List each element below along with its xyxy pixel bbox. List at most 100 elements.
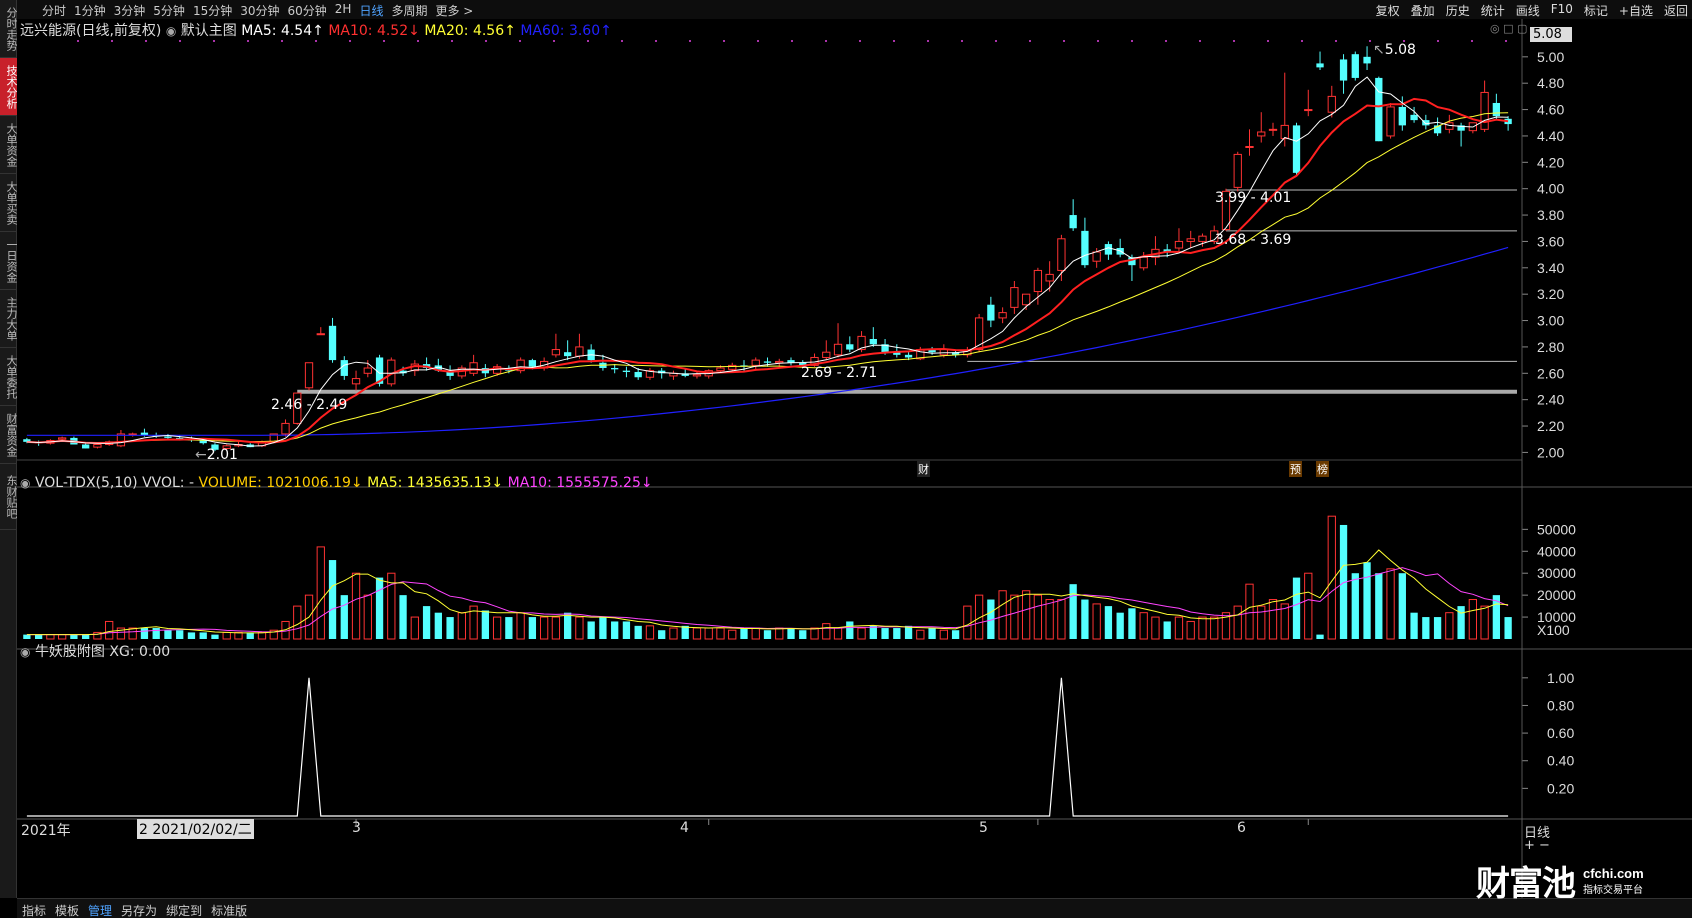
toolbar-button-4[interactable]: 画线: [1516, 2, 1540, 19]
price-tick-label: 5.00: [1537, 49, 1564, 65]
sidebar-tab-4[interactable]: 一日资金: [0, 232, 17, 290]
sidebar-tab-3[interactable]: 大单买卖: [0, 174, 17, 232]
volume-bar-up: [1257, 605, 1266, 640]
date-month-4: 4: [680, 820, 689, 836]
volume-bar-up: [257, 631, 267, 640]
toolbar-button-5[interactable]: F10: [1551, 2, 1573, 19]
period-tab-6[interactable]: 60分钟: [288, 2, 327, 19]
vol-settings-icon[interactable]: ◉: [20, 476, 30, 490]
candle-body-down: [340, 360, 348, 376]
volume-bar-down: [199, 632, 207, 639]
high-annotation: ↖5.08: [1373, 42, 1416, 58]
event-marker-list[interactable]: 榜: [1316, 461, 1329, 477]
volume-bar-up: [716, 627, 725, 640]
volume-bar-up: [492, 616, 502, 640]
top-dot-marker: [587, 40, 589, 42]
volume-bar-up: [1174, 616, 1184, 640]
volume-bar-up: [998, 590, 1007, 640]
volume-bar-down: [187, 632, 196, 639]
vol-tick-label: 50000: [1537, 521, 1576, 537]
candle-body-up: [833, 343, 843, 356]
sidebar-tab-0[interactable]: 分时走势: [0, 0, 17, 58]
candle-body-up: [822, 351, 831, 358]
candle-body-up: [1057, 238, 1066, 271]
candle-body-up: [1139, 256, 1148, 269]
candle-body-up: [1304, 109, 1313, 112]
volume-bar-down: [846, 621, 854, 639]
bottom-tab-3[interactable]: 另存为: [121, 902, 157, 918]
chart-controls-icon[interactable]: ◎ □ ▢: [1490, 22, 1527, 35]
candle-body-up: [1092, 251, 1101, 262]
toolbar-button-2[interactable]: 历史: [1446, 2, 1470, 19]
period-tab-4[interactable]: 15分钟: [193, 2, 232, 19]
vol-name[interactable]: VOL-TDX(5,10) VVOL: -: [35, 475, 194, 491]
volume-bar-down: [399, 595, 407, 639]
ind-settings-icon[interactable]: ◉: [20, 645, 30, 659]
settings-icon[interactable]: ◉: [166, 24, 176, 38]
period-tab-7[interactable]: 2H: [335, 2, 352, 19]
volume-bar-down: [340, 595, 348, 639]
toolbar-button-0[interactable]: 复权: [1376, 2, 1400, 19]
volume-bar-up: [1233, 605, 1242, 640]
period-tab-5[interactable]: 30分钟: [240, 2, 279, 19]
volume-bar-down: [869, 625, 877, 639]
bottom-tab-5[interactable]: 标准版: [211, 902, 247, 918]
candle-body-down: [987, 304, 995, 321]
sidebar-tab-6[interactable]: 大单委托: [0, 348, 17, 406]
indicator-name[interactable]: 牛妖股附图 XG: 0.00: [35, 644, 170, 660]
sidebar-tab-1[interactable]: 技术分析: [0, 58, 17, 116]
top-dot-marker: [1063, 40, 1065, 42]
period-tab-1[interactable]: 1分钟: [74, 2, 106, 19]
toolbar-button-6[interactable]: 标记: [1584, 2, 1608, 19]
period-tab-2[interactable]: 3分钟: [114, 2, 146, 19]
top-dot-marker: [383, 40, 385, 42]
candle-body-down: [869, 339, 877, 345]
ma10-label: MA10: 4.52↓: [328, 23, 420, 39]
candle-body-down: [164, 436, 172, 438]
volume-bar-up: [539, 616, 549, 640]
main-chart-label[interactable]: 默认主图: [181, 23, 237, 39]
stock-chart[interactable]: 5.00 4.80 4.60 4.40 4.20 4.00 3.80 3.60 3.40 3.20…: [17, 19, 1692, 898]
event-marker-forecast[interactable]: 预: [1289, 461, 1302, 477]
bottom-tab-0[interactable]: 指标: [22, 902, 46, 918]
period-tab-8[interactable]: 日线: [359, 2, 383, 19]
period-tab-10[interactable]: 更多 >: [435, 2, 473, 19]
volume-bar-up: [1045, 599, 1054, 640]
top-dot-marker: [893, 40, 895, 42]
volume-bar-down: [375, 577, 384, 639]
bottom-tab-1[interactable]: 模板: [55, 902, 79, 918]
toolbar-button-1[interactable]: 叠加: [1411, 2, 1435, 19]
toolbar-button-7[interactable]: +自选: [1619, 2, 1653, 19]
bottom-tab-2[interactable]: 管理: [88, 902, 112, 918]
volume-bar-up: [1057, 599, 1066, 640]
price-tick-label: 4.00: [1537, 181, 1564, 197]
top-dot-marker: [1131, 40, 1133, 42]
period-tab-0[interactable]: 分时: [42, 2, 66, 19]
candle-body-up: [1198, 235, 1207, 242]
candle-body-down: [622, 370, 631, 372]
candle-body-up: [1045, 273, 1054, 282]
sidebar-tab-5[interactable]: 主力大单: [0, 290, 17, 348]
candle-body-down: [328, 325, 337, 361]
candle-body-down: [199, 440, 207, 444]
volume-bar-down: [1422, 617, 1430, 639]
candle-body-down: [1339, 59, 1348, 81]
toolbar-button-3[interactable]: 统计: [1481, 2, 1505, 19]
bottom-tab-4[interactable]: 绑定到: [166, 902, 202, 918]
toolbar-button-8[interactable]: 返回: [1664, 2, 1688, 19]
sidebar-tab-2[interactable]: 大单资金: [0, 116, 17, 174]
volume-bar-down: [1351, 573, 1359, 639]
event-marker-finance[interactable]: 财: [917, 461, 930, 477]
volume-bar-down: [446, 617, 454, 639]
volume-bar-down: [82, 634, 90, 639]
vol-ma5: MA5: 1435635.13↓: [367, 475, 504, 491]
sidebar-tab-7[interactable]: 财富资金: [0, 406, 17, 464]
period-tabs: 分时 1分钟 3分钟 5分钟 15分钟 30分钟 60分钟 2H 日线 多周期 更多 >: [42, 2, 473, 19]
volume-bar-up: [833, 627, 843, 640]
zoom-controls[interactable]: + −: [1524, 838, 1550, 853]
period-tab-9[interactable]: 多周期: [391, 2, 427, 19]
period-tab-3[interactable]: 5分钟: [153, 2, 185, 19]
top-dot-marker: [621, 40, 623, 42]
low-annotation: ←2.01: [195, 447, 238, 463]
sidebar-tab-8[interactable]: 东财贴吧: [0, 464, 17, 530]
